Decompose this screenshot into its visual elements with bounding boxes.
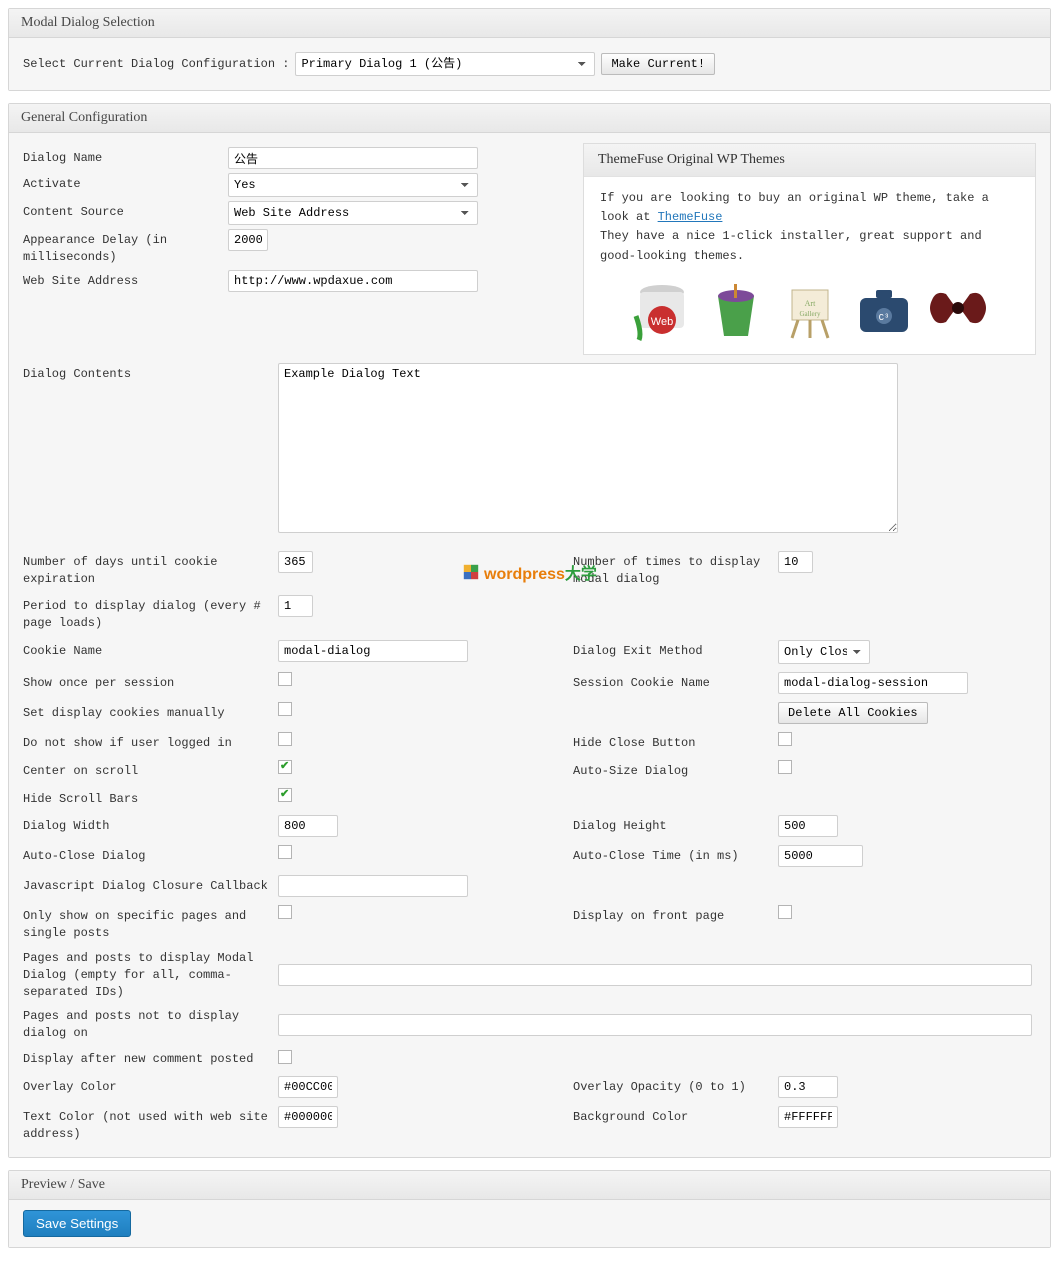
period-label: Period to display dialog (every # page l… [23, 595, 278, 632]
dialog-contents-textarea[interactable] [278, 363, 898, 533]
overlay-opacity-input[interactable] [778, 1076, 838, 1098]
delete-cookies-button[interactable]: Delete All Cookies [778, 702, 928, 724]
dialog-height-label: Dialog Height [573, 815, 778, 835]
auto-size-checkbox[interactable] [778, 760, 792, 774]
promo-box: ThemeFuse Original WP Themes If you are … [583, 143, 1036, 355]
show-once-checkbox[interactable] [278, 672, 292, 686]
pages-not-display-label: Pages and posts not to display dialog on [23, 1008, 278, 1042]
activate-label: Activate [23, 173, 228, 193]
no-show-logged-in-label: Do not show if user logged in [23, 732, 278, 752]
web-site-address-input[interactable] [228, 270, 478, 292]
promo-icons-row: Web Art Gallery C³ [600, 278, 1019, 342]
easel-icon: Art Gallery [778, 278, 842, 342]
hide-scroll-bars-label: Hide Scroll Bars [23, 788, 278, 808]
content-source-label: Content Source [23, 201, 228, 221]
svg-text:Web: Web [650, 316, 672, 328]
set-cookies-manually-checkbox[interactable] [278, 702, 292, 716]
bg-color-input[interactable] [778, 1106, 838, 1128]
preview-save-heading: Preview / Save [9, 1171, 1050, 1200]
appearance-delay-label: Appearance Delay (in milliseconds) [23, 229, 228, 266]
hide-scroll-bars-checkbox[interactable] [278, 788, 292, 802]
select-dialog-label: Select Current Dialog Configuration : [23, 57, 289, 71]
display-times-label: Number of times to display modal dialog [573, 551, 778, 588]
hide-close-button-checkbox[interactable] [778, 732, 792, 746]
svg-text:Art: Art [804, 299, 815, 308]
js-callback-input[interactable] [278, 875, 468, 897]
web-site-address-label: Web Site Address [23, 270, 228, 290]
promo-link[interactable]: ThemeFuse [658, 210, 723, 224]
overlay-color-label: Overlay Color [23, 1076, 278, 1096]
display-front-checkbox[interactable] [778, 905, 792, 919]
no-show-logged-in-checkbox[interactable] [278, 732, 292, 746]
period-input[interactable] [278, 595, 313, 617]
activate-select[interactable]: Yes [228, 173, 478, 197]
pages-display-input[interactable] [278, 964, 1032, 986]
dialog-name-input[interactable] [228, 147, 478, 169]
modal-selection-heading: Modal Dialog Selection [9, 9, 1050, 38]
session-cookie-input[interactable] [778, 672, 968, 694]
preview-save-panel: Preview / Save Save Settings [8, 1170, 1051, 1248]
appearance-delay-input[interactable] [228, 229, 268, 251]
exit-method-select[interactable]: Only Close B [778, 640, 870, 664]
show-once-label: Show once per session [23, 672, 278, 692]
auto-close-label: Auto-Close Dialog [23, 845, 278, 865]
display-after-comment-checkbox[interactable] [278, 1050, 292, 1064]
set-cookies-manually-label: Set display cookies manually [23, 702, 278, 722]
bg-color-label: Background Color [573, 1106, 778, 1126]
display-after-comment-label: Display after new comment posted [23, 1051, 278, 1068]
cookie-days-input[interactable] [278, 551, 313, 573]
general-config-heading: General Configuration [9, 104, 1050, 133]
bowtie-icon [926, 278, 990, 342]
general-config-panel: General Configuration Dialog Name Activa… [8, 103, 1051, 1158]
hide-close-button-label: Hide Close Button [573, 732, 778, 752]
modal-selection-panel: Modal Dialog Selection Select Current Di… [8, 8, 1051, 91]
session-cookie-label: Session Cookie Name [573, 672, 778, 692]
promo-heading: ThemeFuse Original WP Themes [584, 144, 1035, 177]
auto-close-checkbox[interactable] [278, 845, 292, 859]
auto-size-label: Auto-Size Dialog [573, 760, 778, 780]
center-on-scroll-checkbox[interactable] [278, 760, 292, 774]
display-times-input[interactable] [778, 551, 813, 573]
dialog-width-label: Dialog Width [23, 815, 278, 835]
text-color-input[interactable] [278, 1106, 338, 1128]
content-source-select[interactable]: Web Site Address [228, 201, 478, 225]
auto-close-time-label: Auto-Close Time (in ms) [573, 845, 778, 865]
paint-can-icon: Web [630, 278, 694, 342]
auto-close-time-input[interactable] [778, 845, 863, 867]
overlay-opacity-label: Overlay Opacity (0 to 1) [573, 1076, 778, 1096]
overlay-color-input[interactable] [278, 1076, 338, 1098]
dialog-width-input[interactable] [278, 815, 338, 837]
promo-text-2: They have a nice 1-click installer, grea… [600, 229, 982, 262]
only-specific-checkbox[interactable] [278, 905, 292, 919]
dialog-height-input[interactable] [778, 815, 838, 837]
save-settings-button[interactable]: Save Settings [23, 1210, 131, 1237]
only-specific-label: Only show on specific pages and single p… [23, 905, 278, 942]
text-color-label: Text Color (not used with web site addre… [23, 1106, 278, 1143]
svg-text:Gallery: Gallery [799, 310, 820, 318]
cookie-days-label: Number of days until cookie expiration [23, 551, 278, 588]
center-on-scroll-label: Center on scroll [23, 760, 278, 780]
briefcase-icon: C³ [852, 278, 916, 342]
dialog-config-select[interactable]: Primary Dialog 1 (公告) [295, 52, 595, 76]
dialog-contents-label: Dialog Contents [23, 363, 278, 383]
cookie-name-input[interactable] [278, 640, 468, 662]
pages-not-display-input[interactable] [278, 1014, 1032, 1036]
dialog-name-label: Dialog Name [23, 147, 228, 167]
make-current-button[interactable]: Make Current! [601, 53, 715, 75]
pages-display-label: Pages and posts to display Modal Dialog … [23, 950, 278, 1000]
display-front-label: Display on front page [573, 905, 778, 925]
svg-text:C³: C³ [878, 313, 889, 323]
smoothie-cup-icon [704, 278, 768, 342]
exit-method-label: Dialog Exit Method [573, 640, 778, 660]
js-callback-label: Javascript Dialog Closure Callback [23, 878, 278, 895]
cookie-name-label: Cookie Name [23, 640, 278, 660]
